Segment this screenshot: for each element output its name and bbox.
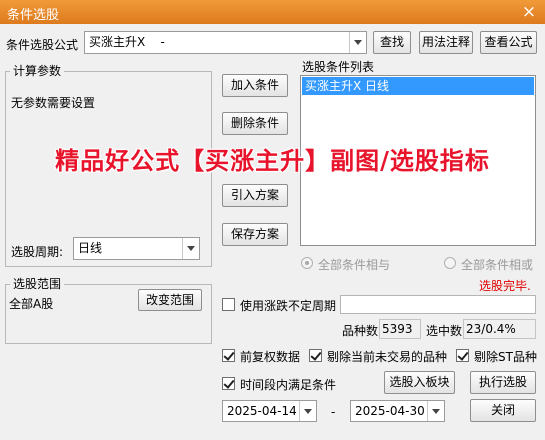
overlay-banner-text: 精品好公式【买涨主升】副图/选股指标 <box>55 146 490 175</box>
count-label: 品种数 <box>342 324 379 338</box>
start-date-value: 2025-04-14 <box>227 404 297 418</box>
end-date-picker[interactable]: 2025-04-30 <box>350 400 445 422</box>
to-block-button[interactable]: 选股入板块 <box>384 371 455 394</box>
params-group-title: 计算参数 <box>10 62 65 79</box>
use-range-label: 使用涨跌不定周期 <box>240 299 337 313</box>
start-date-picker[interactable]: 2025-04-14 <box>222 400 317 422</box>
title-bar: 条件选股 × <box>0 0 545 24</box>
chevron-down-icon[interactable] <box>299 401 316 421</box>
selected-label: 选中数 <box>426 324 463 338</box>
view-formula-button[interactable]: 查看公式 <box>480 31 537 54</box>
scope-group-title: 选股范围 <box>10 275 65 292</box>
use-range-checkbox[interactable] <box>222 298 235 311</box>
exclude-st-label: 剔除ST品种 <box>474 350 537 364</box>
dialog-body: 条件选股公式 买涨主升X - 查找 用法注释 查看公式 计算参数 无参数需要设置… <box>0 24 545 440</box>
end-date-value: 2025-04-30 <box>355 404 425 418</box>
change-scope-button[interactable]: 改变范围 <box>138 289 202 311</box>
adjust-checkbox[interactable] <box>222 349 235 362</box>
date-separator: - <box>331 405 336 419</box>
period-condition-checkbox[interactable] <box>222 377 235 390</box>
save-plan-button[interactable]: 保存方案 <box>222 223 288 246</box>
execute-button[interactable]: 执行选股 <box>470 371 536 394</box>
and-radio-label: 全部条件相与 <box>318 258 391 272</box>
find-button[interactable]: 查找 <box>373 31 411 54</box>
close-button[interactable]: 关闭 <box>470 399 536 422</box>
window-title: 条件选股 <box>7 8 60 23</box>
period-label: 选股周期: <box>11 245 64 259</box>
formula-label: 条件选股公式 <box>6 38 79 52</box>
status-text: 选股完毕. <box>479 279 531 293</box>
period-select-value: 日线 <box>78 241 103 255</box>
formula-select-value: 买涨主升X - <box>89 35 165 49</box>
chevron-down-icon[interactable] <box>182 238 199 259</box>
period-condition-label: 时间段内满足条件 <box>240 378 337 392</box>
import-plan-button[interactable]: 引入方案 <box>222 184 288 207</box>
adjust-label: 前复权数据 <box>240 350 301 364</box>
condition-list-title: 选股条件列表 <box>302 60 375 74</box>
exclude-no-trade-checkbox[interactable] <box>309 349 322 362</box>
chevron-down-icon[interactable] <box>349 32 366 53</box>
count-value: 5393 <box>379 319 421 339</box>
list-item[interactable]: 买涨主升X 日线 <box>302 77 534 95</box>
no-params-text: 无参数需要设置 <box>11 96 96 110</box>
add-condition-button[interactable]: 加入条件 <box>222 74 288 97</box>
chevron-down-icon[interactable] <box>427 401 444 421</box>
or-radio-label: 全部条件相或 <box>461 258 534 272</box>
close-icon[interactable]: × <box>519 2 539 22</box>
period-select[interactable]: 日线 <box>73 237 200 260</box>
exclude-st-checkbox[interactable] <box>456 349 469 362</box>
exclude-no-trade-label: 剔除当前未交易的品种 <box>327 350 448 364</box>
range-input[interactable] <box>340 295 536 314</box>
and-radio[interactable] <box>301 257 313 269</box>
usage-button[interactable]: 用法注释 <box>419 31 473 54</box>
or-radio[interactable] <box>444 257 456 269</box>
scope-value: 全部A股 <box>9 297 54 311</box>
formula-select[interactable]: 买涨主升X - <box>84 31 367 54</box>
selected-value: 23/0.4% <box>463 319 536 339</box>
delete-condition-button[interactable]: 删除条件 <box>222 112 288 135</box>
